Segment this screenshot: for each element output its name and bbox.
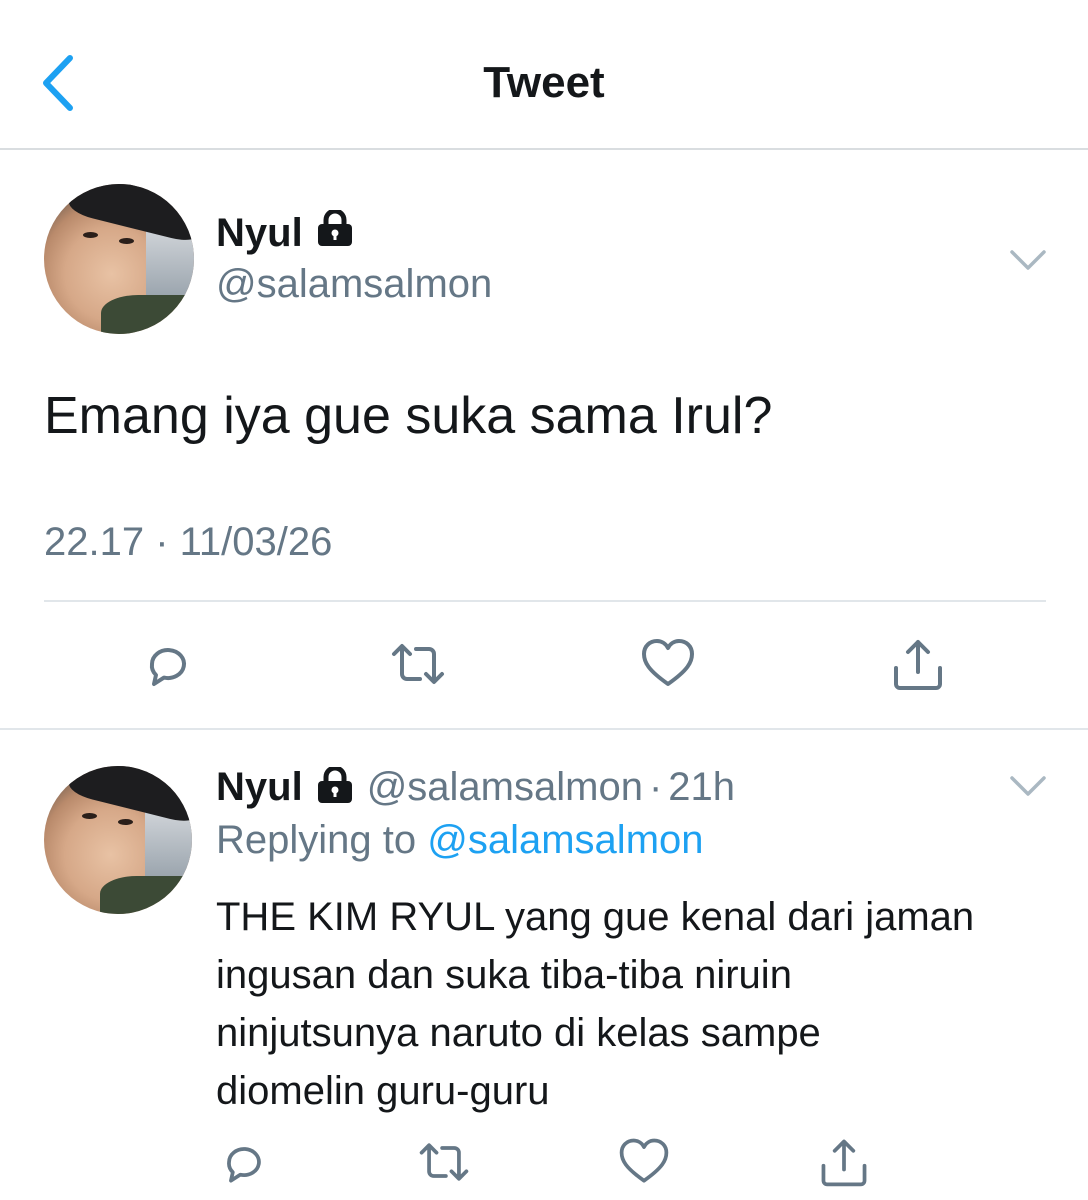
retweet-icon [419,1143,469,1181]
tweet-options-button[interactable] [1008,246,1048,274]
lock-icon [315,208,355,256]
like-icon [642,639,694,686]
reply-button[interactable] [212,1130,276,1194]
divider [44,600,1046,602]
tweet-timestamp[interactable]: 22.17 · 11/03/26 [44,520,332,565]
share-button[interactable] [812,1130,876,1194]
author-name-text: Nyul [216,210,303,255]
top-bar: Tweet [0,0,1088,150]
tweet-text-line: diomelin guru-guru [216,1069,550,1113]
separator-dot: · [648,764,663,809]
like-button[interactable] [612,1130,676,1194]
replying-to: Replying to @salamsalmon [216,818,704,863]
reply-header: Nyul @salamsalmon · 21h [216,762,735,812]
chevron-down-icon [1010,250,1046,270]
like-icon [619,1138,669,1183]
tweet-text: Emang iya gue suka sama Irul? [44,387,773,445]
like-button[interactable] [636,632,700,696]
retweet-button[interactable] [386,632,450,696]
author-handle[interactable]: @salamsalmon [367,765,643,810]
share-icon [894,640,942,690]
author-name[interactable]: Nyul [216,765,303,810]
tweet-options-button[interactable] [1008,772,1048,800]
tweet-text-line: ninjutsunya naruto di kelas sampe [216,1011,821,1055]
share-button[interactable] [886,632,950,696]
lock-icon [315,765,355,808]
tweet-text-line: ingusan dan suka tiba-tiba niruin [216,953,792,997]
tweet-text: THE KIM RYUL yang gue kenal dari jaman i… [216,888,1056,1120]
retweet-button[interactable] [412,1130,476,1194]
avatar[interactable] [44,184,194,334]
replying-label: Replying to [216,818,417,862]
retweet-icon [392,644,444,684]
author-name[interactable]: Nyul [216,208,355,256]
reply-icon [149,648,186,686]
share-icon [821,1139,867,1187]
divider [0,728,1088,730]
reply-icon [227,1147,261,1183]
tweet-text-line: THE KIM RYUL yang gue kenal dari jaman [216,895,975,939]
page-title: Tweet [483,58,605,107]
avatar[interactable] [44,766,192,914]
reply-button[interactable] [136,632,200,696]
tweet-time[interactable]: 21h [668,765,735,810]
author-handle[interactable]: @salamsalmon [216,262,492,307]
mention-link[interactable]: @salamsalmon [427,818,703,862]
chevron-down-icon [1010,776,1046,796]
